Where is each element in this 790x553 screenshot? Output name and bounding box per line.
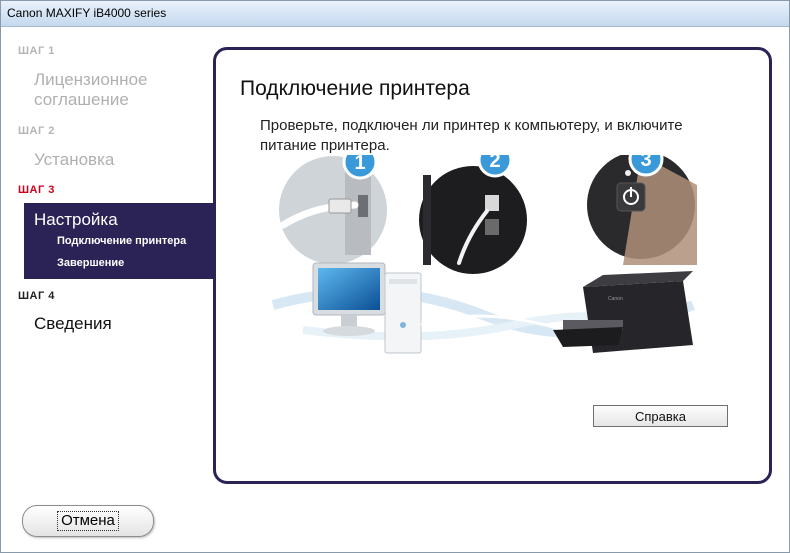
callout-2-text: 2 xyxy=(489,155,500,172)
connection-illustration: 1 2 3 Canon xyxy=(271,155,699,354)
help-button-label: Справка xyxy=(635,408,686,424)
callout-3-text: 3 xyxy=(640,155,651,171)
step-4-label: ШАГ 4 xyxy=(18,290,55,302)
window-title: Canon MAXIFY iB4000 series xyxy=(7,6,167,20)
callout-2: 2 xyxy=(477,155,513,178)
step-2-title: Установка xyxy=(34,150,115,169)
content-panel: Подключение принтера Проверьте, подключе… xyxy=(213,47,772,484)
callout-3: 3 xyxy=(628,155,664,177)
svg-text:Canon: Canon xyxy=(608,296,623,302)
callout-1-text: 1 xyxy=(354,155,365,174)
step-1-label: ШАГ 1 xyxy=(18,45,55,57)
substep-printer-connection: Подключение принтера xyxy=(57,235,187,247)
help-button[interactable]: Справка xyxy=(593,405,728,427)
printer-icon: Canon xyxy=(553,271,693,353)
title-bar: Canon MAXIFY iB4000 series xyxy=(1,1,789,27)
cancel-button[interactable]: Отмена xyxy=(22,505,154,537)
page-title: Подключение принтера xyxy=(240,77,470,100)
step-2-label: ШАГ 2 xyxy=(18,125,55,137)
cancel-button-label: Отмена xyxy=(57,511,119,531)
callout-1: 1 xyxy=(342,155,378,180)
printer-usb-port-icon xyxy=(415,162,531,278)
step-3-title: Настройка xyxy=(34,210,118,229)
step-3-label: ШАГ 3 xyxy=(18,184,55,196)
step-1-title: Лицензионное соглашение xyxy=(34,70,148,109)
step-4-title: Сведения xyxy=(34,314,112,333)
instruction-text: Проверьте, подключен ли принтер к компью… xyxy=(260,117,683,154)
active-step-block: Настройка Подключение принтера Завершени… xyxy=(24,203,217,279)
substep-finish: Завершение xyxy=(57,257,125,269)
